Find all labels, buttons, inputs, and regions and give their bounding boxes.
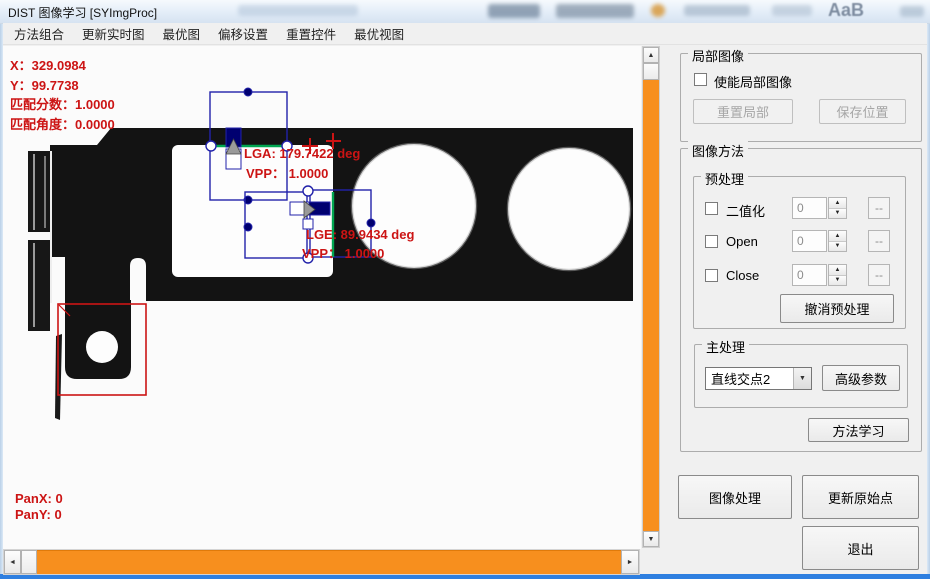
local-image-group-title: 局部图像 <box>688 46 748 65</box>
close-value-input[interactable]: 0 <box>792 264 827 286</box>
window-title: DIST 图像学习 [SYImgProc] <box>8 4 157 21</box>
image-process-button[interactable]: 图像处理 <box>678 475 792 519</box>
scroll-right-button[interactable]: ► <box>621 550 639 574</box>
update-origin-button[interactable]: 更新原始点 <box>802 475 919 519</box>
open-spinner[interactable]: ▲ ▼ <box>828 230 847 252</box>
enable-local-image-checkbox[interactable] <box>694 73 707 86</box>
titlebar-ghost-blur <box>651 4 665 17</box>
binarize-value-input[interactable]: 0 <box>792 197 827 219</box>
close-checkbox[interactable] <box>705 269 718 282</box>
menu-item-best-image[interactable]: 最优图 <box>154 21 210 46</box>
save-position-button[interactable]: 保存位置 <box>819 99 906 124</box>
spin-up-icon[interactable]: ▲ <box>829 231 846 242</box>
readout-x: X：329.0984 <box>10 55 86 74</box>
roi-handle <box>303 186 313 196</box>
spin-down-icon[interactable]: ▼ <box>829 209 846 219</box>
readout-match-angle: 匹配角度：0.0000 <box>10 114 115 133</box>
titlebar-ghost-blur <box>238 5 358 16</box>
titlebar-ghost-blur <box>684 5 750 16</box>
menu-item-reset-controls[interactable]: 重置控件 <box>277 21 345 46</box>
spin-down-icon[interactable]: ▼ <box>829 242 846 252</box>
horizontal-scrollbar-track[interactable] <box>37 550 621 574</box>
titlebar-ghost-blur <box>772 5 812 16</box>
close-label: Close <box>726 268 759 283</box>
open-range-box: -- <box>868 230 890 252</box>
readout-match-score: 匹配分数：1.0000 <box>10 94 115 113</box>
undo-preprocess-button[interactable]: 撤消预处理 <box>780 294 894 323</box>
advanced-params-button[interactable]: 高级参数 <box>822 365 900 391</box>
readout-pan-y: PanY: 0 <box>15 507 62 522</box>
scroll-left-icon: ◄ <box>9 559 16 566</box>
horizontal-scrollbar[interactable]: ◄ ► <box>3 549 640 575</box>
vertical-scrollbar[interactable]: ▲ ▼ <box>642 46 660 548</box>
app-window: DIST 图像学习 [SYImgProc] AaB 方法组合 更新实时图 最优图… <box>0 0 930 579</box>
readout-pan-x: PanX: 0 <box>15 491 63 506</box>
binarize-checkbox[interactable] <box>705 202 718 215</box>
label-lge-vpp: VPP： 1.0000 <box>302 243 384 262</box>
image-method-group-title: 图像方法 <box>688 141 748 160</box>
image-viewport[interactable]: X：329.0984 Y：99.7738 匹配分数：1.0000 匹配角度：0.… <box>3 46 641 549</box>
scroll-up-icon: ▲ <box>648 52 655 59</box>
label-lge: LGE: 89.9434 deg <box>306 227 414 242</box>
menu-item-method-combo[interactable]: 方法组合 <box>5 21 73 46</box>
menu-item-offset-settings[interactable]: 偏移设置 <box>209 21 277 46</box>
label-lga: LGA: 179.7422 deg <box>244 146 360 161</box>
method-select[interactable]: 直线交点2 ▼ <box>705 367 812 390</box>
close-range-box: -- <box>868 264 890 286</box>
close-spinner[interactable]: ▲ ▼ <box>828 264 847 286</box>
titlebar-ghost-blur <box>488 4 540 18</box>
menu-item-best-view[interactable]: 最优视图 <box>345 21 413 46</box>
enable-local-image-label: 使能局部图像 <box>714 72 792 91</box>
scroll-up-button[interactable]: ▲ <box>643 47 659 63</box>
main-process-group: 主处理 直线交点2 ▼ 高级参数 <box>694 344 908 408</box>
scroll-right-icon: ► <box>627 559 634 566</box>
image-method-group: 图像方法 预处理 二值化 0 ▲ ▼ -- Open 0 ▲ ▼ -- <box>680 148 922 452</box>
binarize-range-box: -- <box>868 197 890 219</box>
scroll-down-icon: ▼ <box>648 536 655 543</box>
open-checkbox[interactable] <box>705 235 718 248</box>
menu-item-update-live-image[interactable]: 更新实时图 <box>73 21 154 46</box>
spin-up-icon[interactable]: ▲ <box>829 265 846 276</box>
label-lga-vpp: VPP： 1.0000 <box>246 163 328 182</box>
titlebar-ghost-blur <box>900 6 924 17</box>
vertical-scrollbar-thumb[interactable] <box>643 63 659 80</box>
readout-y: Y：99.7738 <box>10 75 79 94</box>
titlebar-ghost-text: AaB <box>828 0 864 21</box>
horizontal-scrollbar-thumb[interactable] <box>21 550 37 574</box>
main-process-group-title: 主处理 <box>702 337 749 356</box>
scroll-down-button[interactable]: ▼ <box>643 531 659 547</box>
preprocess-group: 预处理 二值化 0 ▲ ▼ -- Open 0 ▲ ▼ -- Close 0 <box>693 176 906 329</box>
local-image-group: 局部图像 使能局部图像 重置局部 保存位置 <box>680 53 922 142</box>
menubar: 方法组合 更新实时图 最优图 偏移设置 重置控件 最优视图 <box>3 23 927 45</box>
binarize-label: 二值化 <box>726 201 765 220</box>
method-learn-button[interactable]: 方法学习 <box>808 418 909 442</box>
open-value-input[interactable]: 0 <box>792 230 827 252</box>
titlebar-ghost-blur <box>556 4 634 18</box>
preprocess-group-title: 预处理 <box>701 169 748 188</box>
scroll-left-button[interactable]: ◄ <box>4 550 21 574</box>
binarize-spinner[interactable]: ▲ ▼ <box>828 197 847 219</box>
open-label: Open <box>726 234 758 249</box>
spin-down-icon[interactable]: ▼ <box>829 276 846 286</box>
reset-local-button[interactable]: 重置局部 <box>693 99 793 124</box>
roi-handle <box>206 141 216 151</box>
spin-up-icon[interactable]: ▲ <box>829 198 846 209</box>
exit-button[interactable]: 退出 <box>802 526 919 570</box>
dropdown-arrow-icon[interactable]: ▼ <box>793 368 811 389</box>
method-select-value: 直线交点2 <box>706 368 793 389</box>
